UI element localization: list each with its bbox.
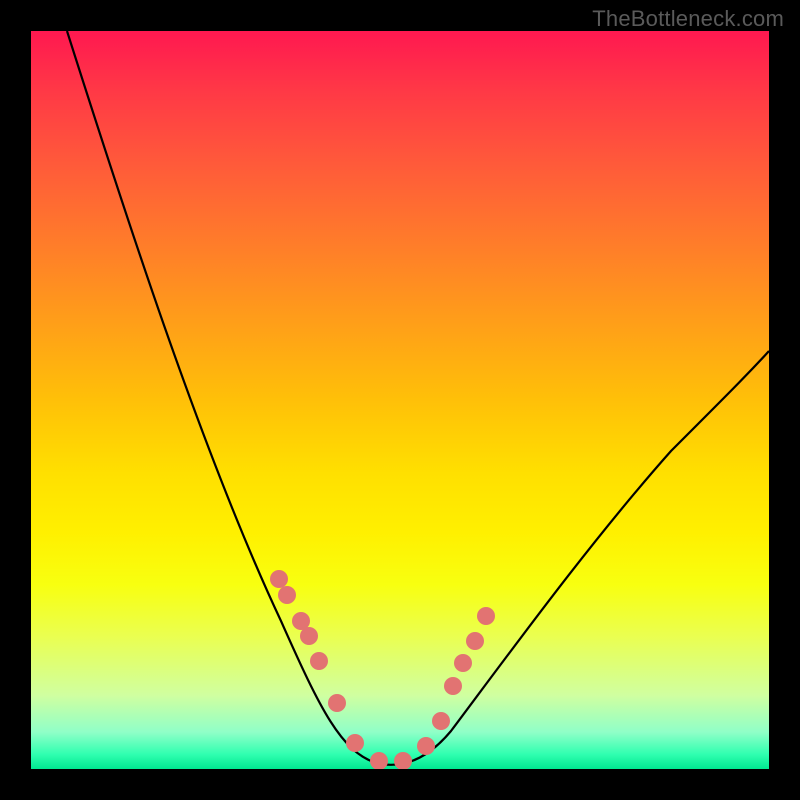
marker-dot [432, 712, 450, 730]
marker-dot [310, 652, 328, 670]
marker-dot [466, 632, 484, 650]
marker-dot [477, 607, 495, 625]
marker-dot [270, 570, 288, 588]
marker-dot [346, 734, 364, 752]
marker-dot [394, 752, 412, 769]
marker-dot [444, 677, 462, 695]
bottleneck-curve-path [67, 31, 769, 765]
marker-dot [328, 694, 346, 712]
marker-dot [454, 654, 472, 672]
curve-svg [31, 31, 769, 769]
watermark-text: TheBottleneck.com [592, 6, 784, 32]
marker-dot [370, 752, 388, 769]
marker-dot [417, 737, 435, 755]
plot-area [31, 31, 769, 769]
marker-dot [278, 586, 296, 604]
marker-dot [300, 627, 318, 645]
chart-frame: TheBottleneck.com [0, 0, 800, 800]
